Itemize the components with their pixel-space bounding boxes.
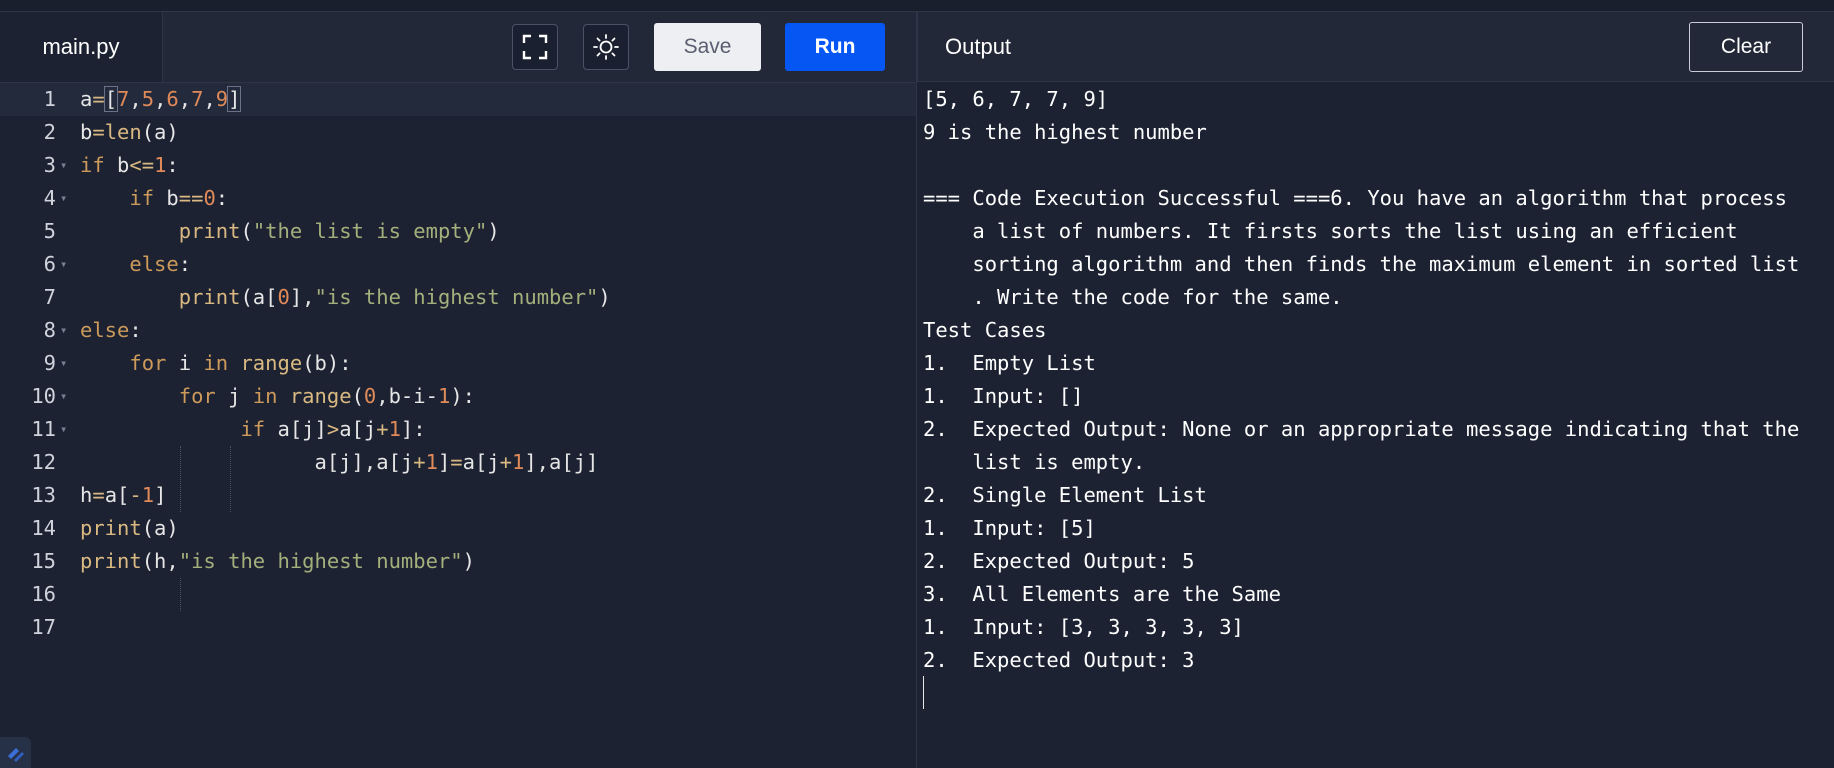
code-text: print(h,"is the highest number"): [80, 549, 475, 573]
line-number: 17: [31, 615, 56, 639]
run-button[interactable]: Run: [785, 23, 885, 71]
line-number: 3: [43, 153, 56, 177]
output-line: . Write the code for the same.: [923, 285, 1343, 309]
line-number: 15: [31, 549, 56, 573]
code-text: print(a): [80, 516, 179, 540]
line-number: 5: [43, 219, 56, 243]
output-console[interactable]: [5, 6, 7, 7, 9] 9 is the highest number …: [917, 83, 1834, 768]
code-line[interactable]: 4 ▾ if b==0:: [0, 182, 916, 215]
code-text: print("the list is empty"): [178, 219, 500, 243]
output-line: 2. Expected Output: None or an appropria…: [923, 417, 1800, 441]
code-editor[interactable]: 1 a=[7,5,6,7,9] 2 b=len(a) 3 ▾ if b<=1: …: [0, 83, 916, 768]
code-text: for i in range(b):: [129, 351, 352, 375]
output-line: [5, 6, 7, 7, 9]: [923, 87, 1109, 111]
fold-arrow-icon[interactable]: ▾: [60, 380, 67, 413]
output-line: sorting algorithm and then finds the max…: [923, 252, 1800, 276]
text-caret: [923, 676, 924, 709]
output-line: a list of numbers. It firsts sorts the l…: [923, 219, 1738, 243]
line-number: 7: [43, 285, 56, 309]
code-text: print(a[0],"is the highest number"): [178, 285, 611, 309]
app-window: main.py Save Run Output Clear 1 a=[7,5,6…: [0, 0, 1834, 768]
output-line: Test Cases: [923, 318, 1047, 342]
output-line: 1. Input: []: [923, 384, 1084, 408]
line-number: 10: [31, 384, 56, 408]
fold-arrow-icon[interactable]: ▾: [60, 314, 67, 347]
app-logo-icon: [7, 747, 24, 762]
code-text: for j in range(0,b-i-1):: [178, 384, 475, 408]
output-title: Output: [945, 34, 1012, 59]
output-line: 3. All Elements are the Same: [923, 582, 1281, 606]
code-text: else:: [80, 318, 142, 342]
code-line[interactable]: 7 print(a[0],"is the highest number"): [0, 281, 916, 314]
fold-arrow-icon[interactable]: ▾: [60, 149, 67, 182]
line-number: 2: [43, 120, 56, 144]
top-bar: [0, 0, 1834, 12]
output-line: 1. Input: [3, 3, 3, 3, 3]: [923, 615, 1244, 639]
output-line: 1. Input: [5]: [923, 516, 1096, 540]
fullscreen-button[interactable]: [512, 24, 558, 70]
code-line[interactable]: 2 b=len(a): [0, 116, 916, 149]
code-line[interactable]: 12 a[j],a[j+1]=a[j+1],a[j]: [0, 446, 916, 479]
line-number: 1: [43, 87, 56, 111]
line-number: 11: [31, 417, 56, 441]
sun-icon: [593, 34, 619, 60]
fold-arrow-icon[interactable]: ▾: [60, 413, 67, 446]
output-line: === Code Execution Successful ===6. You …: [923, 186, 1787, 210]
code-text: if b<=1:: [80, 153, 179, 177]
code-text: b=len(a): [80, 120, 179, 144]
line-number: 13: [31, 483, 56, 507]
code-line[interactable]: 16: [0, 578, 916, 611]
clear-button[interactable]: Clear: [1689, 22, 1803, 72]
code-line[interactable]: 5 print("the list is empty"): [0, 215, 916, 248]
code-line[interactable]: 13 h=a[-1]: [0, 479, 916, 512]
line-number: 4: [43, 186, 56, 210]
fullscreen-icon: [522, 34, 548, 60]
code-line[interactable]: 3 ▾ if b<=1:: [0, 149, 916, 182]
code-line[interactable]: 15 print(h,"is the highest number"): [0, 545, 916, 578]
code-line[interactable]: 11 ▾ if a[j]>a[j+1]:: [0, 413, 916, 446]
code-line[interactable]: 9 ▾ for i in range(b):: [0, 347, 916, 380]
code-line[interactable]: 6 ▾ else:: [0, 248, 916, 281]
output-line: 2. Expected Output: 5: [923, 549, 1195, 573]
editor-toolbar: main.py Save Run: [0, 12, 916, 83]
output-line: 9 is the highest number: [923, 120, 1207, 144]
code-line[interactable]: 1 a=[7,5,6,7,9]: [0, 83, 916, 116]
output-line: 2. Single Element List: [923, 483, 1207, 507]
output-line: 1. Empty List: [923, 351, 1096, 375]
code-text: a[j],a[j+1]=a[j+1],a[j]: [314, 450, 599, 474]
code-text: a=[7,5,6,7,9]: [80, 86, 242, 112]
output-line: 2. Expected Output: 3: [923, 648, 1195, 672]
code-text: if a[j]>a[j+1]:: [240, 417, 426, 441]
app-logo[interactable]: [0, 737, 31, 768]
fold-arrow-icon[interactable]: ▾: [60, 248, 67, 281]
code-text: if b==0:: [129, 186, 229, 210]
code-line[interactable]: 10 ▾ for j in range(0,b-i-1):: [0, 380, 916, 413]
output-toolbar: Output Clear: [917, 12, 1834, 82]
code-text: else:: [129, 252, 192, 276]
code-text: h=a[-1]: [80, 483, 167, 507]
line-number: 12: [31, 450, 56, 474]
line-number: 16: [31, 582, 56, 606]
fold-arrow-icon[interactable]: ▾: [60, 347, 67, 380]
line-number: 6: [43, 252, 56, 276]
code-line[interactable]: 14 print(a): [0, 512, 916, 545]
fold-arrow-icon[interactable]: ▾: [60, 182, 67, 215]
output-line: list is empty.: [923, 450, 1146, 474]
save-button[interactable]: Save: [654, 23, 761, 71]
code-line[interactable]: 8 ▾ else:: [0, 314, 916, 347]
theme-toggle-button[interactable]: [583, 24, 629, 70]
tab-main-py[interactable]: main.py: [0, 12, 163, 82]
line-number: 8: [43, 318, 56, 342]
line-number: 9: [43, 351, 56, 375]
code-line[interactable]: 17: [0, 611, 916, 644]
line-number: 14: [31, 516, 56, 540]
